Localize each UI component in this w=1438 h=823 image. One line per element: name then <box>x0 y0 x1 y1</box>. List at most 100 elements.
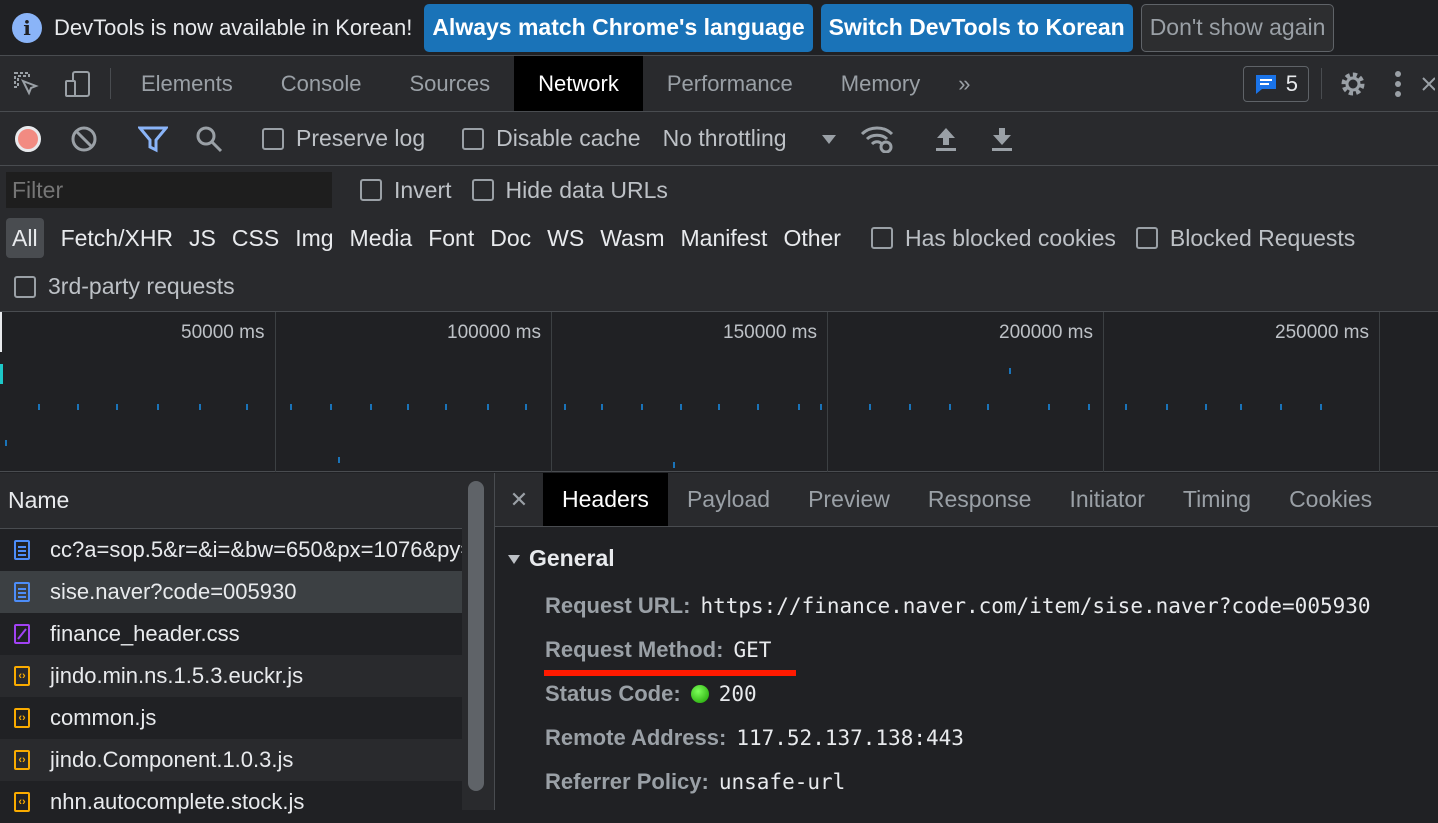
checkbox-box[interactable] <box>1135 227 1158 249</box>
tab-network[interactable]: Network <box>514 56 643 111</box>
filter-input[interactable] <box>6 172 332 208</box>
tab-initiator[interactable]: Initiator <box>1050 473 1163 526</box>
checkbox-box[interactable] <box>14 275 36 298</box>
tab-payload[interactable]: Payload <box>668 473 789 526</box>
timeline-tick <box>949 404 951 410</box>
request-detail-panel: ✕ Headers Payload Preview Response Initi… <box>494 473 1438 810</box>
close-icon[interactable] <box>1418 56 1438 111</box>
type-js[interactable]: JS <box>181 218 224 258</box>
download-icon <box>991 127 1012 151</box>
gear-icon[interactable] <box>1328 56 1378 111</box>
search-icon <box>196 126 223 152</box>
throttling-select[interactable]: No throttling <box>663 125 837 152</box>
has-blocked-cookies-checkbox[interactable]: Has blocked cookies <box>870 225 1116 252</box>
inspect-element-icon[interactable] <box>0 56 52 111</box>
network-conditions-button[interactable] <box>849 112 905 166</box>
tab-performance[interactable]: Performance <box>643 56 817 111</box>
checkbox-box[interactable] <box>471 179 494 201</box>
timeline-label: 100000 ms <box>447 322 542 343</box>
import-har-button[interactable] <box>918 112 974 166</box>
type-font[interactable]: Font <box>420 218 482 258</box>
third-party-requests-label: 3rd-party requests <box>48 273 235 299</box>
type-img[interactable]: Img <box>287 218 341 258</box>
type-doc[interactable]: Doc <box>482 218 539 258</box>
timeline-tick <box>290 404 292 410</box>
request-list-panel: Name cc?a=sop.5&r=&i=&bw=650&px=1076&py=… <box>0 473 494 814</box>
tab-cookies[interactable]: Cookies <box>1270 473 1391 526</box>
request-list-scrollbar[interactable] <box>462 473 494 810</box>
network-overview-timeline[interactable]: 50000 ms 100000 ms 150000 ms 200000 ms 2… <box>0 312 1438 472</box>
filter-toggle-button[interactable] <box>125 112 181 166</box>
request-row[interactable]: cc?a=sop.5&r=&i=&bw=650&px=1076&py=... <box>0 529 462 571</box>
request-row[interactable]: ‹› nhn.autocomplete.stock.js <box>0 781 462 823</box>
record-button[interactable] <box>0 112 56 166</box>
timeline-tick <box>38 404 40 410</box>
export-har-button[interactable] <box>974 112 1030 166</box>
request-row-selected[interactable]: sise.naver?code=005930 <box>0 571 462 613</box>
document-icon <box>14 540 30 560</box>
script-icon: ‹› <box>14 708 30 728</box>
name-column-header[interactable]: Name <box>0 473 462 529</box>
blocked-requests-checkbox[interactable]: Blocked Requests <box>1135 225 1355 252</box>
tab-sources[interactable]: Sources <box>385 56 514 111</box>
close-detail-icon[interactable]: ✕ <box>495 473 543 526</box>
checkbox-box[interactable] <box>262 127 284 150</box>
search-button[interactable] <box>181 112 237 166</box>
always-match-language-button[interactable]: Always match Chrome's language <box>424 3 813 52</box>
request-url-value: https://finance.naver.com/item/sise.nave… <box>700 594 1371 618</box>
third-party-requests-checkbox[interactable]: 3rd-party requests <box>14 273 235 300</box>
timeline-tick <box>116 404 118 410</box>
more-tabs-button[interactable]: » <box>944 56 984 111</box>
type-fetch-xhr[interactable]: Fetch/XHR <box>53 218 181 258</box>
kebab-menu-icon[interactable] <box>1378 56 1418 111</box>
invert-checkbox[interactable]: Invert <box>360 177 452 204</box>
type-ws[interactable]: WS <box>539 218 592 258</box>
disable-cache-checkbox[interactable]: Disable cache <box>462 125 641 152</box>
request-row[interactable]: finance_header.css <box>0 613 462 655</box>
tab-elements[interactable]: Elements <box>117 56 257 111</box>
device-toolbar-icon[interactable] <box>52 56 104 111</box>
request-row[interactable]: ‹› jindo.min.ns.1.5.3.euckr.js <box>0 655 462 697</box>
invert-label: Invert <box>394 176 452 203</box>
type-wasm[interactable]: Wasm <box>592 218 672 258</box>
checkbox-box[interactable] <box>870 227 893 249</box>
filter-row: Invert Hide data URLs <box>0 166 1438 214</box>
highlight-underline <box>544 670 796 676</box>
request-row[interactable]: ‹› common.js <box>0 697 462 739</box>
tab-preview[interactable]: Preview <box>789 473 909 526</box>
preserve-log-checkbox[interactable]: Preserve log <box>262 125 425 152</box>
timeline-tick <box>370 404 372 410</box>
issues-badge[interactable]: 5 <box>1242 65 1309 102</box>
type-all[interactable]: All <box>6 218 44 258</box>
general-section-toggle[interactable]: General <box>507 545 1438 572</box>
tab-memory[interactable]: Memory <box>817 56 944 111</box>
filter-icon <box>138 126 168 152</box>
tab-headers[interactable]: Headers <box>543 473 668 526</box>
hide-data-urls-checkbox[interactable]: Hide data URLs <box>471 177 668 204</box>
timeline-tick <box>1088 404 1090 410</box>
scrollbar-thumb[interactable] <box>468 481 484 791</box>
timeline-gridline <box>275 312 276 472</box>
request-url-row: Request URL: https://finance.naver.com/it… <box>545 584 1438 628</box>
dont-show-again-button[interactable]: Don't show again <box>1140 3 1335 52</box>
type-other[interactable]: Other <box>775 218 849 258</box>
timeline-tick <box>1166 404 1168 410</box>
type-media[interactable]: Media <box>342 218 421 258</box>
type-css[interactable]: CSS <box>224 218 287 258</box>
timeline-label: 250000 ms <box>1275 322 1370 343</box>
clear-button[interactable] <box>56 112 112 166</box>
checkbox-box[interactable] <box>360 179 382 201</box>
checkbox-box[interactable] <box>462 127 485 150</box>
timeline-tick <box>869 404 871 410</box>
switch-to-korean-button[interactable]: Switch DevTools to Korean <box>820 3 1133 52</box>
tab-response[interactable]: Response <box>909 473 1051 526</box>
tab-console[interactable]: Console <box>257 56 386 111</box>
request-row[interactable]: ‹› jindo.Component.1.0.3.js <box>0 739 462 781</box>
script-icon: ‹› <box>14 750 30 770</box>
timeline-tick <box>5 440 7 446</box>
document-icon <box>14 582 30 602</box>
tab-timing[interactable]: Timing <box>1164 473 1270 526</box>
request-name: sise.naver?code=005930 <box>50 579 297 604</box>
type-manifest[interactable]: Manifest <box>673 218 776 258</box>
timeline-tick <box>641 404 643 410</box>
